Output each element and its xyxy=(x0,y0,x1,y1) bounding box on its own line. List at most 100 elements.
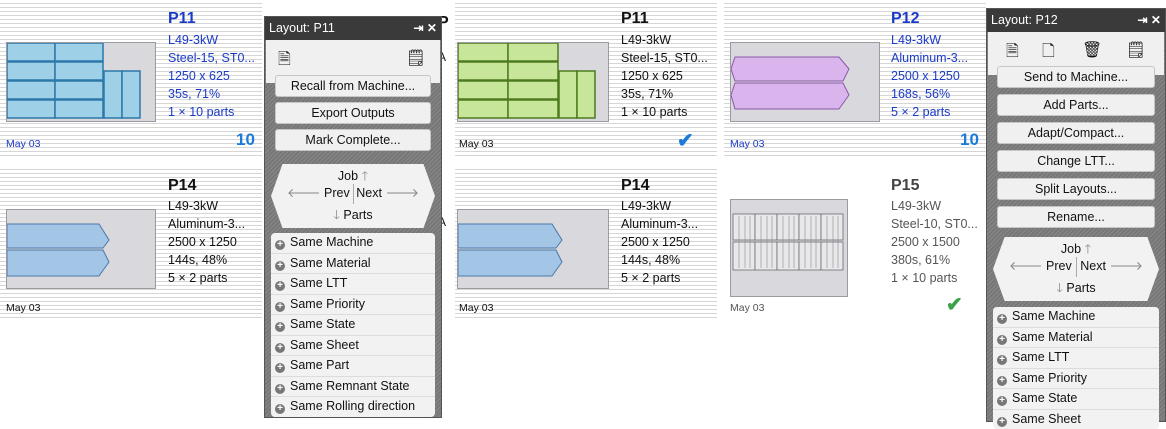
layout-panel-p12: Layout: P12 ⇥ ✕ 🗎 🗋 🗑 🗒 Send to Machine.… xyxy=(986,8,1166,422)
layout-card-p14-copy[interactable]: P14 L49-3kW Aluminum-3... 2500 x 1250 14… xyxy=(455,166,717,318)
arrow-left-icon: 🡐 xyxy=(1009,259,1043,273)
layout-name: P11 xyxy=(168,10,196,28)
pin-close-icon[interactable]: ⇥ ✕ xyxy=(414,17,437,40)
filter-same-ltt[interactable]: +Same LTT xyxy=(271,274,435,295)
time-usage: 35s, 71% xyxy=(621,87,673,101)
time-usage: 144s, 48% xyxy=(168,253,227,267)
plus-icon: + xyxy=(275,261,285,271)
filter-same-sheet[interactable]: +Same Sheet xyxy=(271,336,435,357)
plus-icon: + xyxy=(275,363,285,373)
prev-button[interactable]: 🡐 Prev xyxy=(1009,259,1072,274)
filter-same-sheet[interactable]: +Same Sheet xyxy=(993,410,1159,429)
layout-date: May 03 xyxy=(459,138,493,150)
next-button[interactable]: Next 🡒 xyxy=(356,186,419,201)
filter-same-material[interactable]: +Same Material xyxy=(993,328,1159,349)
export-outputs-button[interactable]: Export Outputs xyxy=(275,102,431,124)
arrow-down-icon: 🡓 xyxy=(333,208,340,222)
arrow-right-icon: 🡒 xyxy=(385,186,419,200)
export-document-icon[interactable]: 🗋 xyxy=(1042,40,1055,67)
layout-date: May 03 xyxy=(6,138,40,150)
next-button[interactable]: Next 🡒 xyxy=(1080,259,1143,274)
layout-name: P12 xyxy=(891,10,919,28)
prev-button[interactable]: 🡐 Prev xyxy=(287,186,350,201)
rename-button[interactable]: Rename... xyxy=(997,206,1155,228)
part-count: 1 × 10 parts xyxy=(168,105,234,119)
complete-check-icon: ✔ xyxy=(946,292,963,317)
filter-same-priority[interactable]: +Same Priority xyxy=(271,295,435,316)
add-parts-button[interactable]: Add Parts... xyxy=(997,94,1155,116)
plus-icon: + xyxy=(275,322,285,332)
layout-thumbnail xyxy=(6,42,156,122)
filter-same-material[interactable]: +Same Material xyxy=(271,254,435,275)
panel-title: Layout: P11 xyxy=(269,21,335,35)
plus-icon: + xyxy=(997,376,1007,386)
part-count: 5 × 2 parts xyxy=(621,271,680,285)
material: Aluminum-3... xyxy=(168,217,245,231)
layout-card-p12[interactable]: P12 L49-3kW Aluminum-3... 2500 x 1250 16… xyxy=(724,0,986,158)
nest-preview xyxy=(731,43,879,121)
plus-icon: + xyxy=(275,281,285,291)
change-ltt-button[interactable]: Change LTT... xyxy=(997,150,1155,172)
filter-same-state[interactable]: +Same State xyxy=(271,315,435,336)
sheet-size: 2500 x 1250 xyxy=(621,235,690,249)
plus-icon: + xyxy=(997,396,1007,406)
machine: L49-3kW xyxy=(621,33,671,47)
layout-card-p11[interactable]: P11 L49-3kW Steel-15, ST0... 1250 x 625 … xyxy=(0,0,262,158)
plus-icon: + xyxy=(997,355,1007,365)
mark-complete-button[interactable]: Mark Complete... xyxy=(275,129,431,151)
filter-same-part[interactable]: +Same Part xyxy=(271,356,435,377)
layout-name: P14 xyxy=(168,177,196,195)
filter-same-state[interactable]: +Same State xyxy=(993,389,1159,410)
nest-preview xyxy=(7,210,155,288)
arrow-right-icon: 🡒 xyxy=(1109,259,1143,273)
filter-same-ltt[interactable]: +Same LTT xyxy=(993,348,1159,369)
send-to-machine-button[interactable]: Send to Machine... xyxy=(997,66,1155,88)
layout-date: May 03 xyxy=(459,302,493,314)
filter-same-machine[interactable]: +Same Machine xyxy=(993,307,1159,328)
recall-from-machine-button[interactable]: Recall from Machine... xyxy=(275,75,431,97)
trash-icon[interactable]: 🗑 xyxy=(1082,40,1102,60)
arrow-down-icon: 🡓 xyxy=(1056,281,1063,295)
filter-same-machine[interactable]: +Same Machine xyxy=(271,233,435,254)
material: Aluminum-3... xyxy=(621,217,698,231)
nest-preview xyxy=(731,200,847,296)
nav-divider xyxy=(1076,257,1077,277)
filter-same-remnant-state[interactable]: +Same Remnant State xyxy=(271,377,435,398)
sheet-size: 2500 x 1250 xyxy=(168,235,237,249)
complete-check-icon: ✔ xyxy=(677,128,694,153)
layout-date: May 03 xyxy=(6,302,40,314)
layout-thumbnail xyxy=(730,199,848,297)
document-icon[interactable]: 🗎 xyxy=(278,48,291,75)
sheet-size: 2500 x 1500 xyxy=(891,235,960,249)
layout-date: May 03 xyxy=(730,302,764,314)
adapt-compact-button[interactable]: Adapt/Compact... xyxy=(997,122,1155,144)
parts-down-button[interactable]: 🡓 Parts xyxy=(271,206,435,227)
layout-card-p15[interactable]: P15 L49-3kW Steel-10, ST0... 2500 x 1500… xyxy=(724,166,986,318)
layout-card-p14[interactable]: P14 L49-3kW Aluminum-3... 2500 x 1250 14… xyxy=(0,166,262,318)
nest-preview xyxy=(458,210,608,288)
plus-icon: + xyxy=(275,404,285,414)
plus-icon: + xyxy=(997,314,1007,324)
material: Steel-10, ST0... xyxy=(891,217,978,231)
nav-divider xyxy=(353,184,354,204)
material: Aluminum-3... xyxy=(891,51,968,65)
report-icon[interactable]: 🗒 xyxy=(1126,40,1146,60)
split-layouts-button[interactable]: Split Layouts... xyxy=(997,178,1155,200)
parts-down-button[interactable]: 🡓 Parts xyxy=(993,279,1159,300)
plus-icon: + xyxy=(275,384,285,394)
machine: L49-3kW xyxy=(621,199,671,213)
arrow-up-icon: 🡑 xyxy=(1085,242,1092,256)
layout-date: May 03 xyxy=(730,138,764,150)
layout-thumbnail xyxy=(730,42,880,122)
material: Steel-15, ST0... xyxy=(621,51,708,65)
pin-close-icon[interactable]: ⇥ ✕ xyxy=(1138,9,1161,32)
document-icon[interactable]: 🗎 xyxy=(1006,40,1019,67)
filter-same-priority[interactable]: +Same Priority xyxy=(993,369,1159,390)
material: Steel-15, ST0... xyxy=(168,51,255,65)
plus-icon: + xyxy=(275,240,285,250)
part-count: 1 × 10 parts xyxy=(621,105,687,119)
filter-same-rolling-direction[interactable]: +Same Rolling direction xyxy=(271,397,435,417)
report-icon[interactable]: 🗒 xyxy=(406,48,426,68)
layout-card-p11-complete[interactable]: P11 L49-3kW Steel-15, ST0... 1250 x 625 … xyxy=(455,0,717,158)
sheet-size: 1250 x 625 xyxy=(168,69,230,83)
